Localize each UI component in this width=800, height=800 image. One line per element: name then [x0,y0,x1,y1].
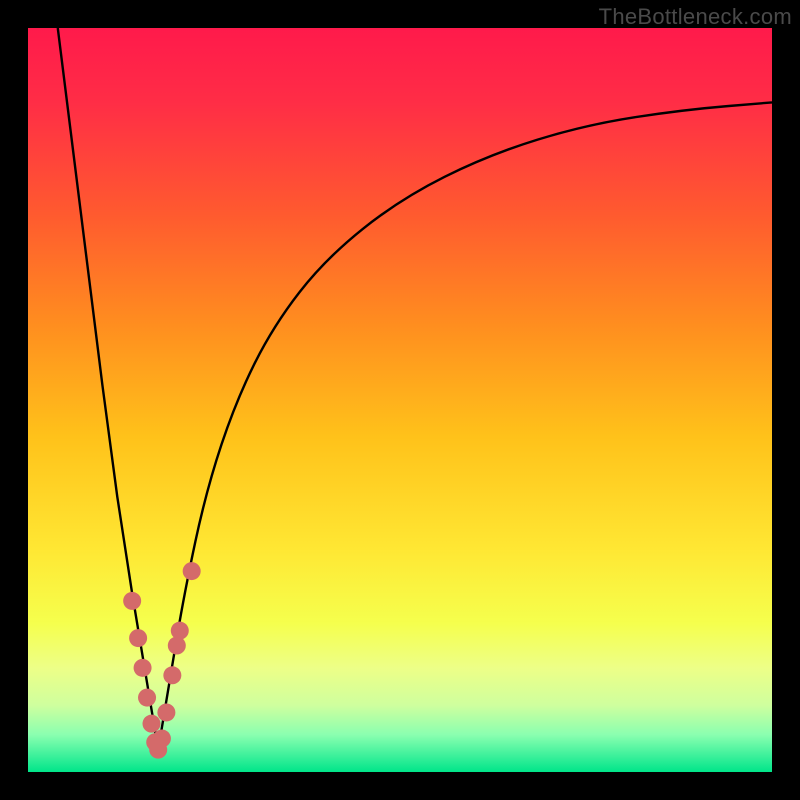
watermark-text: TheBottleneck.com [599,4,792,30]
highlight-dot [123,592,141,610]
highlight-dot [171,622,189,640]
highlight-dot [134,659,152,677]
highlight-dot [183,562,201,580]
highlight-dot [163,666,181,684]
highlight-dot [168,637,186,655]
highlight-dot [129,629,147,647]
highlight-dot [157,703,175,721]
chart-plot-area [28,28,772,772]
highlight-dot [143,715,161,733]
chart-svg [28,28,772,772]
highlight-dot [153,730,171,748]
highlight-dot [138,689,156,707]
chart-frame: TheBottleneck.com [0,0,800,800]
